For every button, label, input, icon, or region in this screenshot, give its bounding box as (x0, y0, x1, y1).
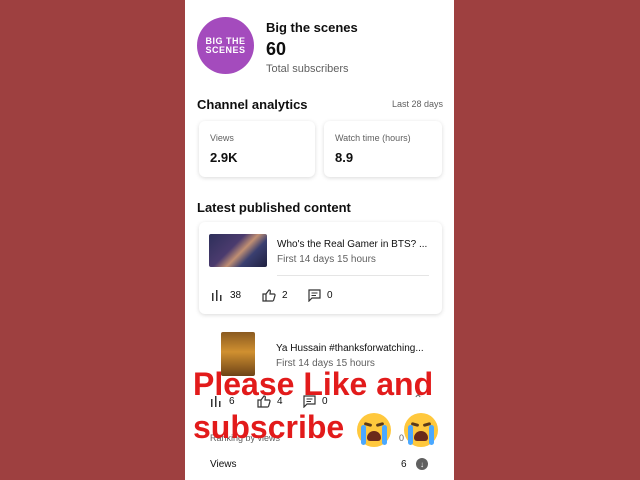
studio-screen: BIG THE SCENES Big the scenes 60 Total s… (185, 0, 454, 480)
watch-time-card[interactable]: Watch time (hours) 8.9 (324, 121, 442, 177)
subscriber-label: Total subscribers (266, 63, 349, 75)
views-card-value: 2.9K (210, 150, 238, 165)
likes-stat-1: 2 (262, 289, 288, 302)
video-subtitle-1: First 14 days 15 hours (277, 254, 376, 265)
analytics-title: Channel analytics (197, 97, 308, 112)
video-card-1[interactable]: Who's the Real Gamer in BTS? ... First 1… (199, 222, 442, 314)
subscriber-count: 60 (266, 39, 287, 59)
video-title-2: Ya Hussain #thanksforwatching... (276, 343, 424, 354)
overlay-line-2: subscribe (193, 409, 463, 447)
crying-face-icon (403, 412, 438, 447)
views-card-label: Views (210, 133, 234, 143)
views-card[interactable]: Views 2.9K (199, 121, 315, 177)
latest-content-title: Latest published content (197, 200, 351, 215)
comments-stat-value-1: 0 (327, 290, 333, 301)
video-thumbnail-1[interactable] (209, 234, 267, 267)
overlay-line-1: Please Like and (193, 366, 434, 402)
views-stat-1: 38 (211, 289, 241, 301)
views-stat-value-1: 38 (230, 289, 242, 301)
overlay-line-2-text: subscribe (193, 409, 345, 445)
video-title-1: Who's the Real Gamer in BTS? ... (277, 239, 428, 250)
channel-avatar[interactable]: BIG THE SCENES (197, 17, 254, 74)
arrow-down-icon[interactable]: ↓ (416, 458, 428, 470)
thumbs-up-icon (262, 289, 276, 302)
likes-stat-value-1: 2 (282, 290, 288, 301)
avatar-text-line2: SCENES (205, 44, 246, 55)
views-row-label: Views (210, 459, 237, 470)
divider (277, 275, 429, 276)
comments-stat-1: 0 (308, 289, 333, 302)
analytics-period: Last 28 days (392, 99, 444, 109)
bar-chart-icon (212, 290, 222, 301)
watch-time-card-label: Watch time (hours) (335, 133, 411, 143)
views-row-value: 6 (401, 459, 407, 470)
comment-icon (308, 289, 321, 302)
watch-time-card-value: 8.9 (335, 150, 354, 165)
channel-name: Big the scenes (266, 20, 358, 35)
crying-face-icon (357, 412, 392, 447)
